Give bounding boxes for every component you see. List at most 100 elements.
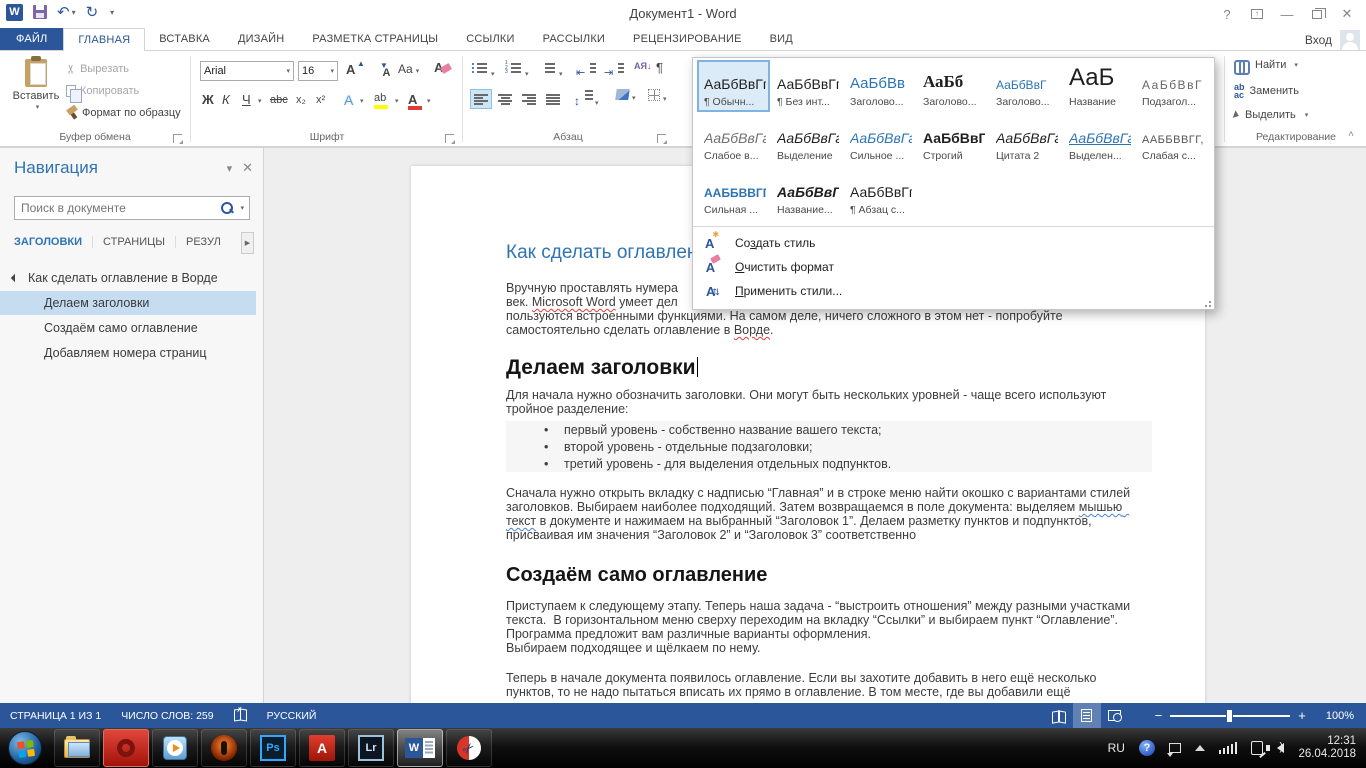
ribbon-display-options-button[interactable]: ↑ bbox=[1242, 0, 1272, 28]
help-button[interactable]: ? bbox=[1212, 0, 1242, 28]
start-button[interactable] bbox=[8, 731, 42, 765]
bullet-list-dropdown-icon[interactable]: ▾ bbox=[491, 71, 495, 78]
navigation-options-dropdown-icon[interactable]: ▾ bbox=[227, 162, 233, 175]
clock[interactable]: 12:31 26.04.2018 bbox=[1298, 735, 1356, 761]
borders-dropdown-icon[interactable]: ▾ bbox=[663, 96, 667, 103]
style-emphasis[interactable]: АаБбВвГгВыделение bbox=[770, 114, 843, 166]
change-case-button[interactable]: Aa▾ bbox=[398, 62, 419, 76]
align-right-button[interactable] bbox=[518, 89, 540, 109]
nav-tabs-overflow-button[interactable]: ▶ bbox=[241, 232, 254, 254]
highlight-dropdown-icon[interactable]: ▾ bbox=[395, 97, 399, 105]
window-switch-icon[interactable] bbox=[1169, 743, 1181, 753]
shading-dropdown-icon[interactable]: ▾ bbox=[632, 95, 636, 102]
clear-formatting-button[interactable]: А bbox=[434, 60, 451, 75]
align-left-button[interactable] bbox=[470, 89, 492, 109]
taskbar-snipping-button[interactable]: ✂ bbox=[446, 729, 492, 767]
read-mode-button[interactable] bbox=[1045, 703, 1073, 728]
language-indicator[interactable]: РУССКИЙ bbox=[267, 710, 317, 722]
clipboard-dialog-launcher[interactable] bbox=[173, 134, 182, 143]
cut-button[interactable]: ✂Вырезать bbox=[66, 59, 129, 79]
align-center-button[interactable] bbox=[494, 89, 516, 109]
restore-button[interactable] bbox=[1302, 0, 1332, 28]
tab-home[interactable]: ГЛАВНАЯ bbox=[63, 28, 145, 51]
style-quote2[interactable]: АаБбВвГгЦитата 2 bbox=[989, 114, 1062, 166]
numbered-list-button[interactable]: ▾ bbox=[506, 62, 529, 79]
subscript-button[interactable]: х₂ bbox=[296, 94, 306, 106]
nav-tab-results[interactable]: РЕЗУЛ bbox=[186, 236, 228, 248]
heading-item-root[interactable]: Как сделать оглавление в Ворде bbox=[0, 266, 264, 290]
select-dropdown-icon[interactable]: ▾ bbox=[1305, 111, 1309, 119]
underline-button[interactable]: Ч bbox=[242, 92, 251, 107]
style-subtle-emphasis[interactable]: АаБбВвГгСлабое в... bbox=[697, 114, 770, 166]
highlight-button[interactable]: ab bbox=[374, 92, 386, 104]
tab-insert[interactable]: ВСТАВКА bbox=[145, 28, 224, 50]
text-effects-dropdown-icon[interactable]: ▾ bbox=[360, 97, 364, 105]
search-icon[interactable] bbox=[221, 202, 233, 214]
grow-font-button[interactable]: А bbox=[346, 62, 355, 77]
style-subtitle[interactable]: АаБбВвГПодзагол... bbox=[1135, 60, 1208, 112]
multilevel-list-button[interactable]: ▾ bbox=[540, 62, 563, 79]
style-intense-emphasis[interactable]: АаБбВвГгСильное ... bbox=[843, 114, 916, 166]
style-heading3[interactable]: АаБбВвГЗаголово... bbox=[989, 60, 1062, 112]
show-marks-button[interactable]: ¶ bbox=[656, 60, 663, 75]
decrease-indent-button[interactable]: ⇤ bbox=[576, 62, 595, 79]
change-case-dropdown-icon[interactable]: ▾ bbox=[416, 68, 420, 75]
language-switcher[interactable]: RU bbox=[1108, 741, 1125, 755]
increase-indent-button[interactable]: ⇥ bbox=[604, 62, 623, 79]
sign-in-area[interactable]: Вход bbox=[1305, 30, 1360, 50]
close-button[interactable]: ✕ bbox=[1332, 0, 1362, 28]
style-no-spacing[interactable]: АаБбВвГг,¶ Без инт... bbox=[770, 60, 843, 112]
navigation-close-icon[interactable]: ✕ bbox=[242, 160, 253, 176]
underline-dropdown-icon[interactable]: ▾ bbox=[258, 97, 262, 105]
format-painter-button[interactable]: Формат по образцу bbox=[66, 103, 181, 123]
line-spacing-dropdown-icon[interactable]: ▾ bbox=[595, 100, 599, 107]
taskbar-photoshop-button[interactable]: Ps bbox=[250, 729, 296, 767]
zoom-slider-handle[interactable] bbox=[1226, 709, 1233, 723]
style-subtle-reference[interactable]: ААББВВГГ,Слабая с... bbox=[1135, 114, 1208, 166]
paragraph-dialog-launcher[interactable] bbox=[657, 134, 666, 143]
tab-mailings[interactable]: РАССЫЛКИ bbox=[529, 28, 619, 50]
font-dialog-launcher[interactable] bbox=[445, 134, 454, 143]
style-title[interactable]: АаБНазвание bbox=[1062, 60, 1135, 112]
heading-item-2[interactable]: Создаём само оглавление bbox=[0, 316, 256, 340]
collapse-ribbon-button[interactable]: ˄ bbox=[1348, 129, 1354, 140]
taskbar-audio-app-button[interactable] bbox=[201, 729, 247, 767]
font-size-dropdown-icon[interactable]: ▾ bbox=[330, 67, 334, 75]
proofing-status-icon[interactable]: ✗ bbox=[234, 709, 247, 723]
bullet-list-button[interactable]: ▾ bbox=[472, 62, 495, 79]
paste-dropdown-icon[interactable]: ▾ bbox=[13, 103, 62, 111]
paste-button[interactable]: Вставить ▾ bbox=[10, 59, 62, 111]
popup-resize-handle[interactable] bbox=[1203, 299, 1211, 307]
show-hidden-icons-button[interactable] bbox=[1195, 745, 1205, 751]
taskbar-lightroom-button[interactable]: Lr bbox=[348, 729, 394, 767]
search-options-dropdown-icon[interactable]: ▾ bbox=[240, 204, 244, 212]
sign-in-label[interactable]: Вход bbox=[1305, 33, 1332, 47]
help-tray-icon[interactable]: ? bbox=[1139, 740, 1155, 756]
minimize-button[interactable]: — bbox=[1272, 0, 1302, 28]
taskbar-explorer-button[interactable] bbox=[54, 729, 100, 767]
replace-button[interactable]: abacЗаменить bbox=[1234, 83, 1299, 99]
numbered-list-dropdown-icon[interactable]: ▾ bbox=[525, 71, 529, 78]
user-avatar[interactable] bbox=[1340, 30, 1360, 50]
style-list-paragraph[interactable]: АаБбВвГг,¶ Абзац с... bbox=[843, 168, 916, 220]
find-button[interactable]: Найти▾ bbox=[1234, 59, 1298, 71]
taskbar-acrobat-button[interactable]: A bbox=[299, 729, 345, 767]
shading-button[interactable]: ▾ bbox=[616, 89, 636, 103]
collapse-triangle-icon[interactable] bbox=[11, 274, 19, 282]
font-color-dropdown-icon[interactable]: ▾ bbox=[427, 97, 431, 105]
strikethrough-button[interactable]: abc bbox=[270, 94, 288, 106]
zoom-percentage[interactable]: 100% bbox=[1326, 710, 1354, 722]
font-family-combo[interactable]: Arial▾ bbox=[200, 61, 294, 81]
taskbar-opera-button[interactable] bbox=[103, 729, 149, 767]
style-strong[interactable]: АаБбВвГг,Строгий bbox=[916, 114, 989, 166]
tab-file[interactable]: ФАЙЛ bbox=[0, 28, 63, 50]
heading-item-3[interactable]: Добавляем номера страниц bbox=[0, 341, 256, 365]
style-book-title[interactable]: АаБбВвГгНазвание... bbox=[770, 168, 843, 220]
web-layout-button[interactable] bbox=[1101, 703, 1129, 728]
style-heading1[interactable]: АаБбВвЗаголово... bbox=[843, 60, 916, 112]
bold-button[interactable]: Ж bbox=[202, 92, 214, 107]
borders-button[interactable]: ▾ bbox=[648, 89, 667, 104]
italic-button[interactable]: К bbox=[222, 92, 230, 107]
font-family-dropdown-icon[interactable]: ▾ bbox=[286, 67, 290, 75]
zoom-slider[interactable] bbox=[1170, 715, 1290, 717]
